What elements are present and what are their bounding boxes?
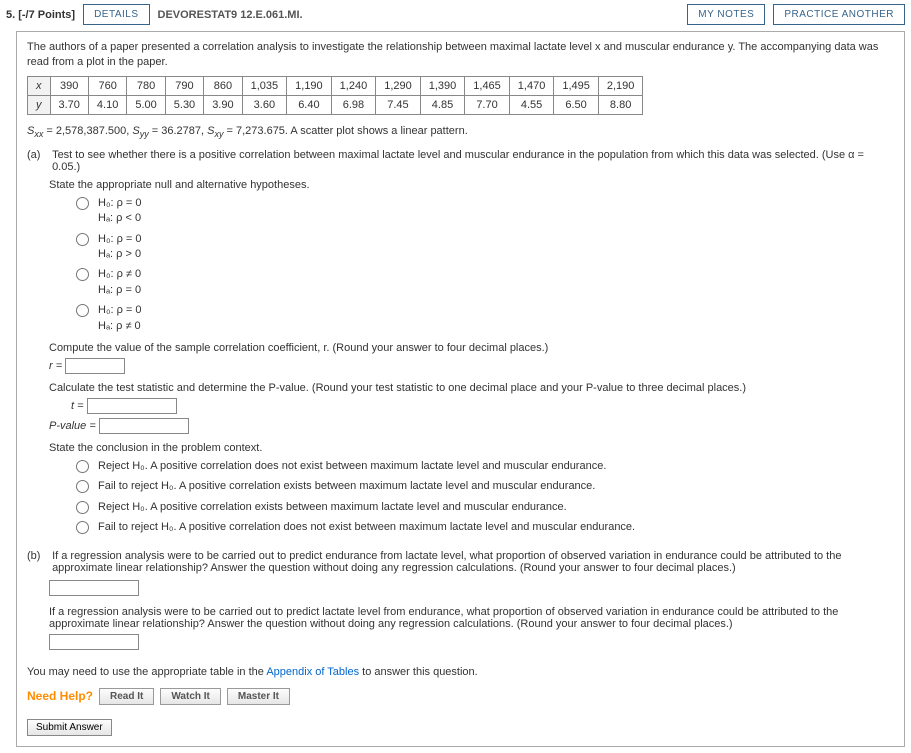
row-label-x: x bbox=[28, 76, 51, 95]
hypothesis-option-4: H₀: ρ = 0 Hₐ: ρ ≠ 0 bbox=[71, 303, 894, 334]
t-input[interactable] bbox=[87, 398, 177, 414]
state-conclusion: State the conclusion in the problem cont… bbox=[49, 442, 894, 454]
stats-line: Sxx = 2,578,387.500, Syy = 36.2787, Sxy … bbox=[27, 125, 894, 139]
radio-hyp-4[interactable] bbox=[76, 304, 89, 317]
radio-concl-3[interactable] bbox=[76, 501, 89, 514]
part-b: (b) If a regression analysis were to be … bbox=[27, 550, 894, 574]
practice-another-button[interactable]: PRACTICE ANOTHER bbox=[773, 4, 905, 25]
hypothesis-option-1: H₀: ρ = 0 Hₐ: ρ < 0 bbox=[71, 196, 894, 227]
need-help-label: Need Help? bbox=[27, 689, 93, 703]
part-a-question: Test to see whether there is a positive … bbox=[52, 149, 889, 173]
part-a-label: (a) bbox=[27, 149, 49, 161]
details-button[interactable]: DETAILS bbox=[83, 4, 149, 25]
appendix-note: You may need to use the appropriate tabl… bbox=[27, 666, 894, 678]
part-a: (a) Test to see whether there is a posit… bbox=[27, 149, 894, 173]
appendix-link[interactable]: Appendix of Tables bbox=[266, 666, 359, 678]
hypothesis-option-2: H₀: ρ = 0 Hₐ: ρ > 0 bbox=[71, 232, 894, 263]
radio-concl-2[interactable] bbox=[76, 480, 89, 493]
r-input[interactable] bbox=[65, 358, 125, 374]
radio-hyp-1[interactable] bbox=[76, 197, 89, 210]
table-row-x: x 390760 780790 8601,035 1,1901,240 1,29… bbox=[28, 76, 643, 95]
row-label-y: y bbox=[28, 95, 51, 114]
compute-r-text: Compute the value of the sample correlat… bbox=[49, 342, 894, 354]
question-header: 5. [-/7 Points] DETAILS DEVORESTAT9 12.E… bbox=[0, 0, 911, 29]
master-it-button[interactable]: Master It bbox=[227, 688, 290, 705]
read-it-button[interactable]: Read It bbox=[99, 688, 154, 705]
part-b-q2: If a regression analysis were to be carr… bbox=[49, 606, 894, 630]
my-notes-button[interactable]: MY NOTES bbox=[687, 4, 765, 25]
partb-input-2[interactable] bbox=[49, 634, 139, 650]
calc-t-text: Calculate the test statistic and determi… bbox=[49, 382, 894, 394]
conclusion-option-1: Reject H₀. A positive correlation does n… bbox=[71, 459, 894, 474]
submit-answer-button[interactable]: Submit Answer bbox=[27, 719, 112, 736]
state-hypotheses: State the appropriate null and alternati… bbox=[49, 179, 894, 191]
radio-hyp-3[interactable] bbox=[76, 268, 89, 281]
watch-it-button[interactable]: Watch It bbox=[160, 688, 221, 705]
table-row-y: y 3.704.10 5.005.30 3.903.60 6.406.98 7.… bbox=[28, 95, 643, 114]
data-table: x 390760 780790 8601,035 1,1901,240 1,29… bbox=[27, 76, 643, 115]
conclusion-option-3: Reject H₀. A positive correlation exists… bbox=[71, 500, 894, 515]
pvalue-label: P-value = bbox=[49, 420, 99, 432]
radio-concl-1[interactable] bbox=[76, 460, 89, 473]
question-body: The authors of a paper presented a corre… bbox=[16, 31, 905, 747]
conclusion-option-2: Fail to reject H₀. A positive correlatio… bbox=[71, 479, 894, 494]
t-label: t = bbox=[71, 400, 87, 412]
points-label: 5. [-/7 Points] bbox=[6, 9, 75, 21]
part-b-q1: If a regression analysis were to be carr… bbox=[52, 550, 889, 574]
hypothesis-option-3: H₀: ρ ≠ 0 Hₐ: ρ = 0 bbox=[71, 267, 894, 298]
pvalue-input[interactable] bbox=[99, 418, 189, 434]
partb-input-1[interactable] bbox=[49, 580, 139, 596]
conclusion-option-4: Fail to reject H₀. A positive correlatio… bbox=[71, 520, 894, 535]
part-b-label: (b) bbox=[27, 550, 49, 562]
radio-concl-4[interactable] bbox=[76, 521, 89, 534]
book-reference: DEVORESTAT9 12.E.061.MI. bbox=[158, 9, 303, 21]
r-label: r = bbox=[49, 360, 65, 372]
intro-text: The authors of a paper presented a corre… bbox=[27, 40, 894, 70]
radio-hyp-2[interactable] bbox=[76, 233, 89, 246]
